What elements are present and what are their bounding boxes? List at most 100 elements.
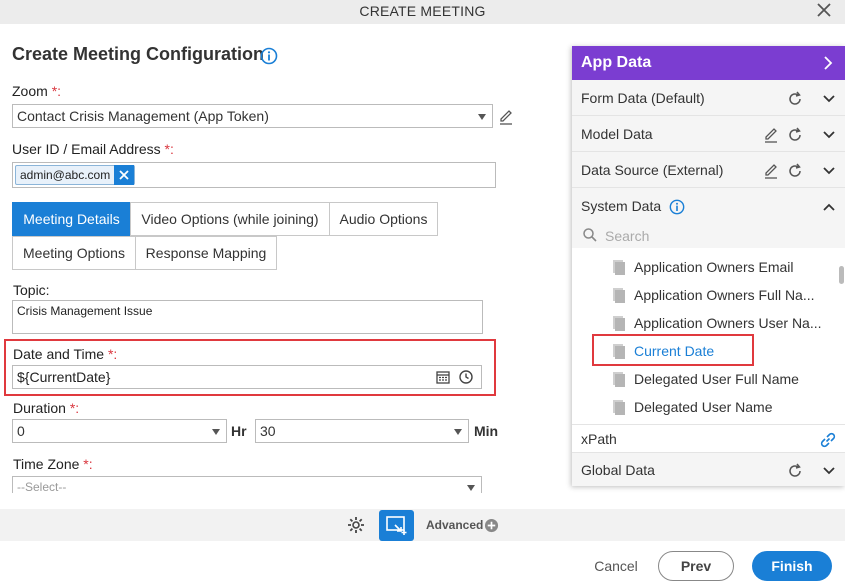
edit-icon[interactable] (763, 127, 779, 143)
minutes-unit: Min (474, 423, 499, 439)
document-icon (613, 372, 625, 387)
info-icon[interactable] (260, 47, 278, 65)
edit-icon[interactable] (763, 163, 779, 179)
chevron-up-icon[interactable] (821, 199, 837, 215)
cancel-label: Cancel (594, 558, 638, 574)
cancel-button[interactable]: Cancel (586, 551, 646, 581)
info-icon[interactable] (669, 199, 685, 215)
date-time-input[interactable]: ${CurrentDate} (12, 365, 482, 389)
add-to-screen-button[interactable] (379, 510, 414, 541)
duration-label-text: Duration (13, 400, 66, 416)
tab-label: Meeting Options (23, 245, 125, 261)
time-zone-select[interactable]: --Select-- (12, 476, 482, 493)
zoom-label: Zoom *: (12, 83, 61, 99)
section-label: Data Source (External) (581, 162, 724, 178)
close-icon[interactable] (815, 1, 833, 19)
tree-item-label: Delegated User Full Name (634, 371, 799, 387)
tab-video-options[interactable]: Video Options (while joining) (130, 202, 330, 236)
chevron-down-icon[interactable] (821, 127, 837, 143)
search-icon (583, 228, 597, 242)
page-title: Create Meeting Configuration (12, 44, 265, 64)
required-marker: *: (107, 346, 118, 362)
search-box[interactable]: Search (572, 224, 845, 248)
app-data-header[interactable]: App Data (572, 46, 845, 80)
tree-item-label: Application Owners Email (634, 259, 794, 275)
dialog-title-bar: CREATE MEETING (0, 0, 845, 24)
chevron-down-icon[interactable] (821, 163, 837, 179)
refresh-icon[interactable] (787, 91, 803, 107)
section-label: Global Data (581, 462, 655, 478)
system-data-tree: Application Owners Email Application Own… (572, 250, 845, 428)
duration-label: Duration *: (13, 400, 79, 416)
xpath-row[interactable]: xPath (572, 424, 845, 452)
tab-audio-options[interactable]: Audio Options (329, 202, 438, 236)
gear-icon[interactable] (346, 515, 366, 535)
tab-label: Meeting Details (23, 211, 120, 227)
required-marker: *: (69, 400, 80, 416)
calendar-icon[interactable] (435, 369, 451, 385)
user-id-label-text: User ID / Email Address (12, 141, 161, 157)
duration-minutes-select[interactable]: 30 (255, 419, 469, 443)
chevron-right-icon[interactable] (821, 56, 835, 70)
refresh-icon[interactable] (787, 127, 803, 143)
screen-add-icon (386, 516, 407, 535)
clock-icon[interactable] (458, 369, 474, 385)
zoom-select-value: Contact Crisis Management (App Token) (17, 108, 269, 124)
document-icon (613, 316, 625, 331)
section-form-data[interactable]: Form Data (Default) (572, 80, 845, 116)
tab-label: Response Mapping (145, 245, 267, 261)
document-icon (613, 400, 625, 415)
tree-item-label: Application Owners Full Na... (634, 287, 815, 303)
section-system-data[interactable]: System Data (572, 188, 845, 224)
tree-item-label: Current Date (634, 343, 715, 359)
tree-scrollbar-thumb[interactable] (839, 266, 844, 284)
chevron-down-icon[interactable] (821, 91, 837, 107)
tab-meeting-details[interactable]: Meeting Details (12, 202, 131, 236)
section-global-data[interactable]: Global Data (572, 452, 845, 486)
topic-label: Topic: (13, 282, 50, 298)
user-chip-text: admin@abc.com (20, 168, 111, 182)
required-marker: *: (51, 83, 62, 99)
zoom-label-text: Zoom (12, 83, 48, 99)
duration-hours-select[interactable]: 0 (12, 419, 227, 443)
remove-chip-button[interactable] (114, 165, 135, 185)
link-icon[interactable] (819, 431, 837, 449)
topic-input[interactable]: Crisis Management Issue (12, 300, 483, 334)
chevron-down-icon[interactable] (821, 463, 837, 479)
duration-minutes-value: 30 (260, 423, 276, 439)
duration-hours-value: 0 (17, 423, 25, 439)
time-zone-placeholder: --Select-- (17, 480, 67, 493)
refresh-icon[interactable] (787, 163, 803, 179)
plus-circle-icon[interactable] (484, 518, 499, 533)
tab-label: Audio Options (339, 211, 428, 227)
chevron-down-icon (478, 114, 486, 120)
close-icon (119, 170, 129, 180)
chevron-down-icon (467, 485, 475, 491)
section-label: Form Data (Default) (581, 90, 705, 106)
section-label: System Data (581, 198, 662, 214)
section-model-data[interactable]: Model Data (572, 116, 845, 152)
section-data-source[interactable]: Data Source (External) (572, 152, 845, 188)
date-time-label: Date and Time *: (13, 346, 117, 362)
edit-icon[interactable] (498, 109, 514, 125)
app-data-title: App Data (581, 54, 652, 71)
document-icon (613, 288, 625, 303)
zoom-select[interactable]: Contact Crisis Management (App Token) (12, 104, 493, 128)
prev-button[interactable]: Prev (658, 551, 734, 581)
finish-label: Finish (771, 558, 813, 574)
chevron-down-icon (454, 429, 462, 435)
user-id-field[interactable]: admin@abc.com (12, 162, 496, 188)
user-id-label: User ID / Email Address *: (12, 141, 174, 157)
dialog-title: CREATE MEETING (359, 3, 486, 19)
date-time-value: ${CurrentDate} (17, 369, 111, 385)
refresh-icon[interactable] (787, 463, 803, 479)
hours-unit: Hr (231, 423, 247, 439)
user-chip: admin@abc.com (15, 165, 136, 185)
date-time-label-text: Date and Time (13, 346, 105, 362)
xpath-label: xPath (581, 431, 617, 447)
tab-response-mapping[interactable]: Response Mapping (135, 236, 277, 270)
tab-meeting-options[interactable]: Meeting Options (12, 236, 136, 270)
finish-button[interactable]: Finish (752, 551, 832, 581)
section-label: Model Data (581, 126, 653, 142)
advanced-label[interactable]: Advanced (426, 518, 483, 532)
